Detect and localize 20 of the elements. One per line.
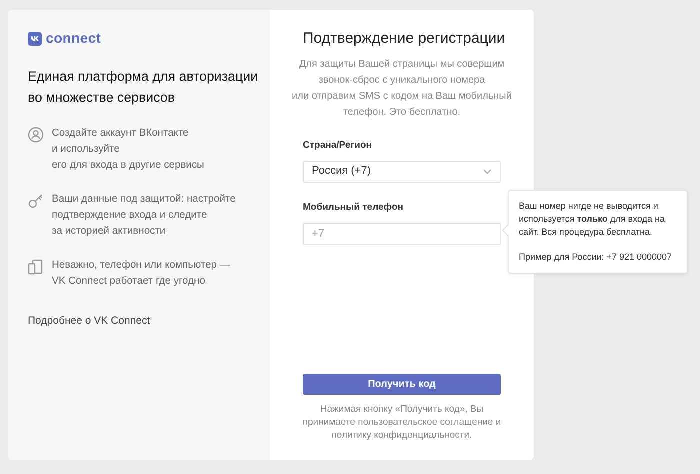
heading: Единая платформа для авторизации во множестве сервисов [28, 68, 260, 107]
tooltip-example: Пример для России: +7 921 0000007 [519, 251, 674, 264]
chevron-icon [483, 168, 492, 175]
more-link[interactable]: Подробнее о VK Connect [28, 314, 150, 326]
get-code-button[interactable]: Получить код [303, 374, 501, 395]
phone-field[interactable]: +7 [303, 222, 501, 245]
country-select[interactable]: Россия (+7) [303, 160, 501, 183]
feature-text: Ваши данные под защитой: настройте подтверждение входа и следите за историей активности [52, 192, 236, 238]
terms-note: Нажимая кнопку «Получить код», Вы принимаете пользовательское соглашение и политику конфиденциальности. [302, 402, 502, 442]
person-icon [28, 126, 44, 142]
feature-text: Создайте аккаунт ВКонтакте и используйте его для входа в другие сервисы [52, 126, 204, 172]
feature-text: Неважно, телефон или компьютер — VK Connect работает где угодно [52, 258, 230, 288]
key-icon [28, 192, 44, 208]
devices-icon [28, 258, 44, 274]
logo-text: connect [46, 29, 102, 48]
country-label: Страна/Регион [303, 138, 373, 152]
phone-label: Мобильный телефон [303, 200, 404, 215]
tooltip-text: Ваш номер нигде не выводится и используется только для входа на сайт. Вся процедура бесплатна. [519, 200, 666, 239]
logo-icon [28, 32, 42, 46]
form-description: Для защиты Вашей страницы мы совершим звонок-сброс с уникального номера или отправим SMS с кодом на Ваш мобильный телефон. Это бесплатно. [291, 58, 513, 120]
